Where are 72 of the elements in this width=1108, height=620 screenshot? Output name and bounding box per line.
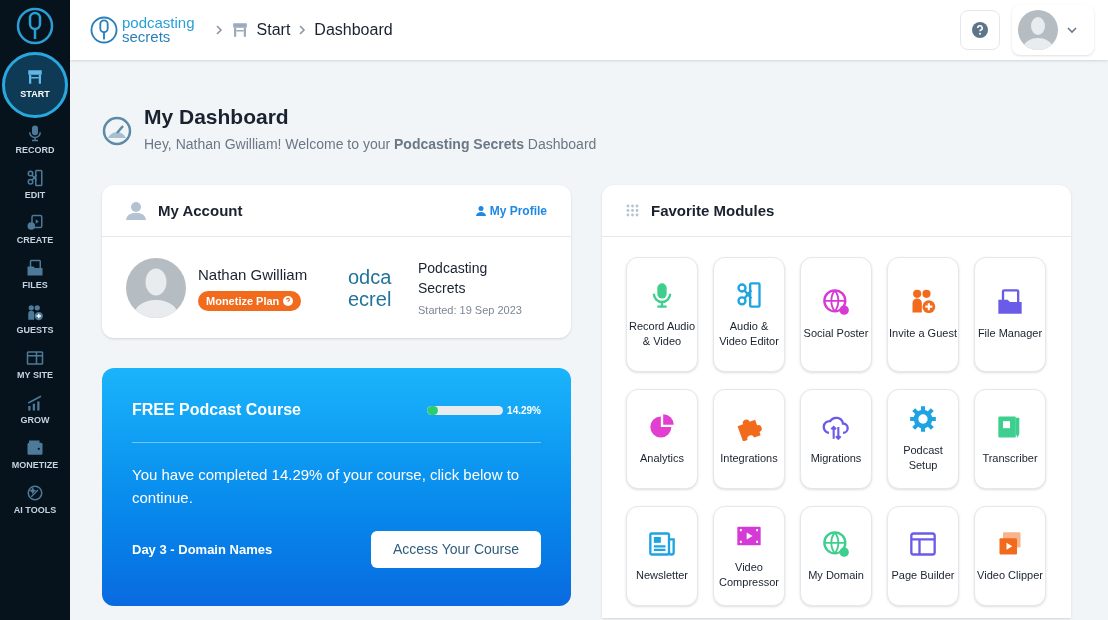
module-tile[interactable]: Newsletter <box>626 506 698 607</box>
sidebar-item[interactable]: RECORD <box>0 118 70 163</box>
help-icon <box>972 22 988 38</box>
module-tile[interactable]: Video Clipper <box>974 506 1046 607</box>
speedometer-icon <box>102 116 132 146</box>
logo-icon <box>90 16 118 44</box>
module-tile[interactable]: Integrations <box>713 389 785 490</box>
avatar-icon <box>1018 10 1058 50</box>
gate-icon <box>230 21 249 39</box>
folder-icon <box>26 258 44 277</box>
chevron-down-icon <box>1066 26 1078 34</box>
sidebar-item[interactable]: MY SITE <box>0 343 70 388</box>
folder-icon <box>996 288 1024 317</box>
sidebar-item[interactable]: AI TOOLS <box>0 478 70 523</box>
person-icon <box>126 201 146 220</box>
sidebar-item[interactable]: EDIT <box>0 163 70 208</box>
sidebar-item[interactable]: START <box>2 52 68 118</box>
page-title: My Dashboard <box>144 104 290 130</box>
module-tile[interactable]: Transcriber <box>974 389 1046 490</box>
card-title: Favorite Modules <box>651 200 775 221</box>
module-tile[interactable]: My Domain <box>800 506 872 607</box>
wallet-icon <box>26 438 44 457</box>
module-tile[interactable]: Social Poster <box>800 257 872 373</box>
user-name: Nathan Gwilliam <box>198 265 309 285</box>
gate-icon <box>26 68 44 87</box>
module-tile[interactable]: Audio & Video Editor <box>713 257 785 373</box>
sidebar-item[interactable]: CREATE <box>0 208 70 253</box>
sidebar-item[interactable]: GUESTS <box>0 298 70 343</box>
course-title: FREE Podcast Course <box>132 400 301 421</box>
globe-icon <box>822 288 850 317</box>
chevron-right-icon <box>298 24 307 36</box>
grid-icon <box>626 204 639 218</box>
access-course-button[interactable]: Access Your Course <box>371 531 541 569</box>
scissors-icon <box>26 168 44 187</box>
scissors-icon <box>735 280 763 309</box>
newspaper-icon <box>648 529 676 558</box>
progress-reading: 14.29% <box>507 403 541 418</box>
module-tile[interactable]: Page Builder <box>887 506 959 607</box>
breadcrumb-link[interactable]: Start <box>256 18 291 42</box>
logo-text: podcasting secrets <box>122 16 195 44</box>
magic-wand-icon <box>26 483 44 502</box>
globe-icon <box>822 529 850 558</box>
logo-icon <box>16 7 54 45</box>
sidebar-item[interactable]: GROW <box>0 388 70 433</box>
profile-link[interactable]: My Profile <box>475 201 547 220</box>
sidebar-item[interactable]: MONETIZE <box>0 433 70 478</box>
module-tile[interactable]: Video Compressor <box>713 506 785 607</box>
breadcrumb-current: Dashboard <box>314 20 393 40</box>
card-title: My Account <box>158 200 243 221</box>
welcome-text: Hey, Nathan Gwilliam! Welcome to your Podcasting Secrets Dashboard <box>144 135 597 155</box>
module-tile[interactable]: File Manager <box>974 257 1046 373</box>
help-button[interactable] <box>960 10 1000 50</box>
people-icon <box>26 303 44 322</box>
help-icon <box>283 295 294 306</box>
sidebar-item[interactable]: FILES <box>0 253 70 298</box>
video-file-icon <box>26 213 44 232</box>
lesson-name: Day 3 - Domain Names <box>132 541 273 559</box>
module-tile[interactable]: Migrations <box>800 389 872 490</box>
person-icon <box>475 205 486 216</box>
module-tile[interactable]: Record Audio & Video <box>626 257 698 373</box>
podcast-name: Podcasting Secrets <box>418 258 489 298</box>
chevron-right-icon <box>214 24 223 36</box>
module-tile[interactable]: Invite a Guest <box>887 257 959 373</box>
gear-icon <box>909 405 937 434</box>
layout-icon <box>909 529 937 558</box>
bar-chart-icon <box>26 393 44 412</box>
module-tile[interactable]: Analytics <box>626 389 698 490</box>
module-tile[interactable]: Podcast Setup <box>887 389 959 490</box>
browser-window-icon <box>26 348 44 367</box>
start-date: Started: 19 Sep 2023 <box>418 302 522 318</box>
course-message: You have completed 14.29% of your course, click below to continue. <box>132 465 521 509</box>
microphone-icon <box>26 123 44 142</box>
